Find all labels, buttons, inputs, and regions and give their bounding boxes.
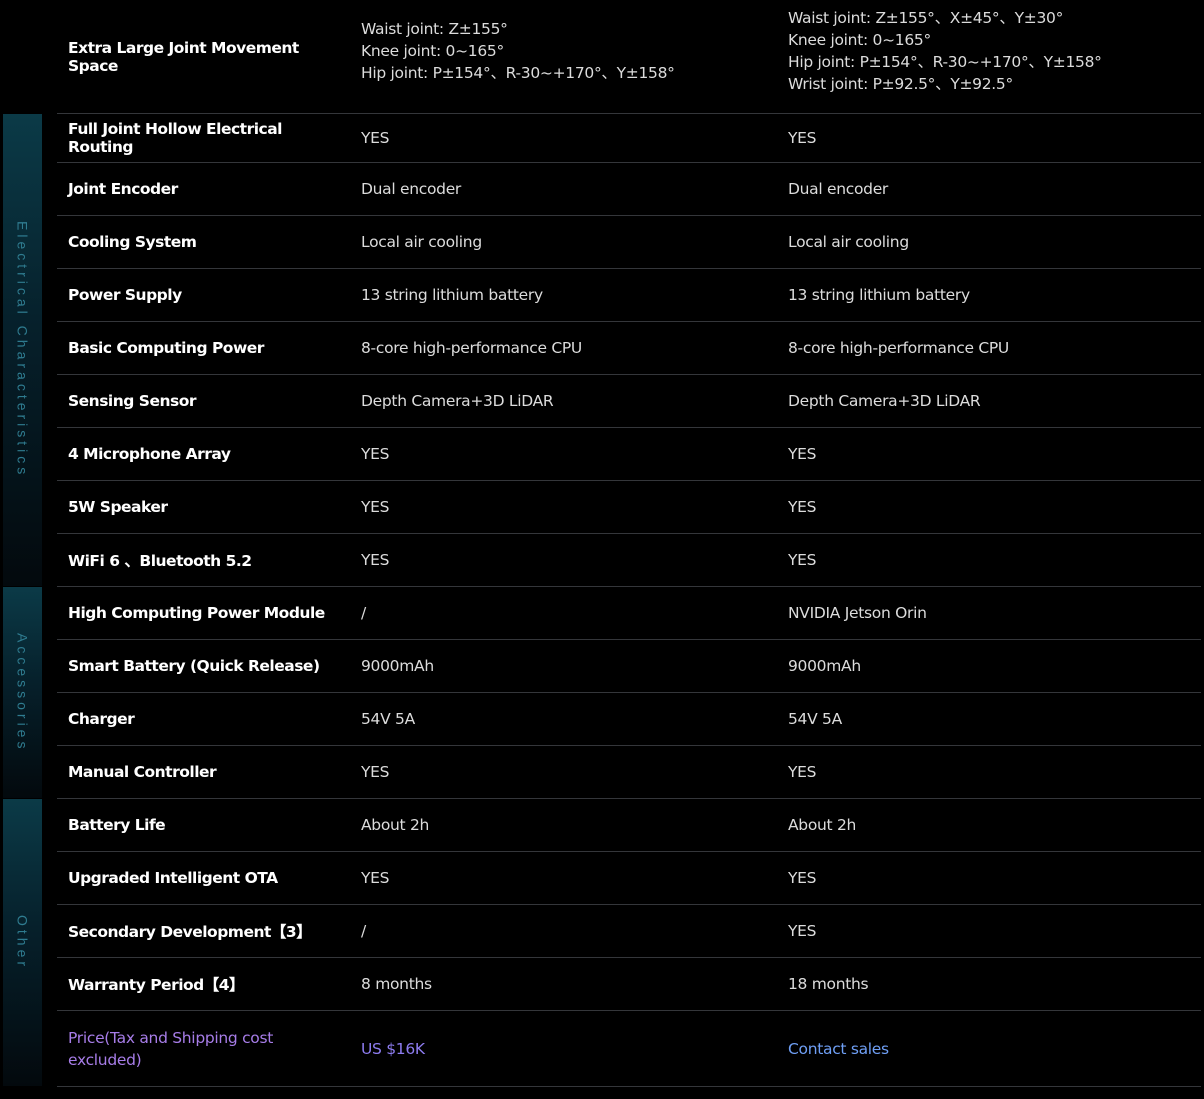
row-model-b: YES	[788, 922, 817, 940]
row-model-b: NVIDIA Jetson Orin	[788, 604, 927, 622]
joint-space-model-a-list: Waist joint: Z±155° Knee joint: 0~165° H…	[361, 18, 675, 84]
table-row: WiFi 6 、Bluetooth 5.2 YES YES	[57, 534, 1201, 587]
joint-space-model-b: Waist joint: Z±155°、X±45°、Y±30° Knee joi…	[788, 0, 1198, 113]
row-model-b: YES	[788, 129, 817, 147]
joint-space-label: Extra Large Joint Movement Space	[68, 38, 299, 75]
row-model-b: YES	[788, 498, 817, 516]
row-model-a: 54V 5A	[361, 710, 415, 728]
row-model-b: 13 string lithium battery	[788, 286, 970, 304]
row-label: Basic Computing Power	[68, 339, 264, 357]
row-label: Upgraded Intelligent OTA	[68, 869, 278, 887]
table-row: Smart Battery (Quick Release) 9000mAh 90…	[57, 640, 1201, 693]
table-row: High Computing Power Module / NVIDIA Jet…	[57, 587, 1201, 640]
price-model-a: US $16K	[361, 1039, 425, 1058]
row-label: Battery Life	[68, 816, 166, 834]
table-row: 5W Speaker YES YES	[57, 481, 1201, 534]
row-model-b: YES	[788, 869, 817, 887]
price-label: Price(Tax and Shipping cost excluded)	[68, 1011, 338, 1086]
row-model-b: 9000mAh	[788, 657, 861, 675]
row-model-a: About 2h	[361, 816, 430, 834]
table-row: Power Supply 13 string lithium battery 1…	[57, 269, 1201, 322]
section-tab-other: Other	[3, 799, 42, 1086]
row-model-a: YES	[361, 869, 390, 887]
table-row: Charger 54V 5A 54V 5A	[57, 693, 1201, 746]
row-label: Secondary Development【3】	[68, 923, 312, 941]
row-model-b: Dual encoder	[788, 180, 889, 198]
row-model-a: YES	[361, 763, 390, 781]
table-row: Secondary Development【3】 / YES	[57, 905, 1201, 958]
table-row: Battery Life About 2h About 2h	[57, 799, 1201, 852]
spec-rows: Extra Large Joint Movement Space Waist j…	[57, 0, 1201, 1087]
section-tab-accessories-label: Accessories	[14, 632, 31, 753]
row-model-b: Depth Camera+3D LiDAR	[788, 392, 981, 410]
row-model-a: 8 months	[361, 975, 432, 993]
row-model-a: 8-core high-performance CPU	[361, 339, 582, 357]
table-row: Cooling System Local air cooling Local a…	[57, 216, 1201, 269]
row-model-a: YES	[361, 445, 390, 463]
table-row: 4 Microphone Array YES YES	[57, 428, 1201, 481]
price-row: Price(Tax and Shipping cost excluded) US…	[57, 1011, 1201, 1087]
row-label: Full Joint Hollow Electrical Routing	[68, 120, 282, 156]
row-label: 4 Microphone Array	[68, 445, 231, 463]
price-label-line: excluded)	[68, 1050, 142, 1069]
row-model-a: Local air cooling	[361, 233, 482, 251]
row-model-a: YES	[361, 551, 390, 569]
joint-line: Wrist joint: P±92.5°、Y±92.5°	[788, 74, 1013, 93]
joint-space-model-a: Waist joint: Z±155° Knee joint: 0~165° H…	[361, 0, 781, 113]
row-model-a: /	[361, 604, 366, 622]
row-model-a: 13 string lithium battery	[361, 286, 543, 304]
spec-comparison-table: Electrical Characteristics Accessories O…	[0, 0, 1204, 1099]
row-label: Manual Controller	[68, 763, 217, 781]
table-row: Upgraded Intelligent OTA YES YES	[57, 852, 1201, 905]
joint-line: Waist joint: Z±155°、X±45°、Y±30°	[788, 8, 1064, 27]
section-tab-other-label: Other	[14, 914, 31, 970]
row-model-a: /	[361, 922, 366, 940]
table-row: Sensing Sensor Depth Camera+3D LiDAR Dep…	[57, 375, 1201, 428]
row-label: Charger	[68, 710, 135, 728]
row-label: 5W Speaker	[68, 498, 168, 516]
row-model-b: YES	[788, 445, 817, 463]
joint-line: Hip joint: P±154°、R-30~+170°、Y±158°	[788, 52, 1102, 71]
row-label: High Computing Power Module	[68, 604, 325, 622]
section-tab-electrical: Electrical Characteristics	[3, 114, 42, 586]
table-row: Warranty Period【4】 8 months 18 months	[57, 958, 1201, 1011]
row-label: WiFi 6 、Bluetooth 5.2	[68, 552, 252, 570]
row-model-a: 9000mAh	[361, 657, 434, 675]
row-label: Warranty Period【4】	[68, 976, 245, 994]
section-tab-accessories: Accessories	[3, 587, 42, 798]
row-model-a: YES	[361, 129, 390, 147]
table-row: Full Joint Hollow Electrical Routing YES…	[57, 114, 1201, 163]
joint-line: Knee joint: 0~165°	[788, 30, 931, 49]
table-row: Basic Computing Power 8-core high-perfor…	[57, 322, 1201, 375]
row-model-a: YES	[361, 498, 390, 516]
joint-space-model-b-list: Waist joint: Z±155°、X±45°、Y±30° Knee joi…	[788, 7, 1102, 95]
row-model-b: YES	[788, 551, 817, 569]
row-model-a: Dual encoder	[361, 180, 462, 198]
price-label-text: Price(Tax and Shipping cost excluded)	[68, 1027, 273, 1071]
row-model-a: Depth Camera+3D LiDAR	[361, 392, 554, 410]
row-model-b: About 2h	[788, 816, 857, 834]
joint-line: Knee joint: 0~165°	[361, 41, 504, 60]
row-label: Cooling System	[68, 233, 197, 251]
row-model-b: 18 months	[788, 975, 869, 993]
joint-line: Hip joint: P±154°、R-30~+170°、Y±158°	[361, 63, 675, 82]
table-row: Manual Controller YES YES	[57, 746, 1201, 799]
row-label: Sensing Sensor	[68, 392, 197, 410]
joint-space-row: Extra Large Joint Movement Space Waist j…	[57, 0, 1201, 114]
contact-sales-link[interactable]: Contact sales	[788, 1011, 1198, 1086]
row-model-b: 54V 5A	[788, 710, 842, 728]
row-model-b: Local air cooling	[788, 233, 909, 251]
joint-line: Waist joint: Z±155°	[361, 19, 508, 38]
row-label: Smart Battery (Quick Release)	[68, 657, 320, 675]
row-label: Joint Encoder	[68, 180, 178, 198]
row-label: Power Supply	[68, 286, 182, 304]
table-row: Joint Encoder Dual encoder Dual encoder	[57, 163, 1201, 216]
price-label-line: Price(Tax and Shipping cost	[68, 1028, 274, 1047]
section-tab-electrical-label: Electrical Characteristics	[14, 221, 31, 479]
row-model-b: YES	[788, 763, 817, 781]
row-model-b: 8-core high-performance CPU	[788, 339, 1009, 357]
